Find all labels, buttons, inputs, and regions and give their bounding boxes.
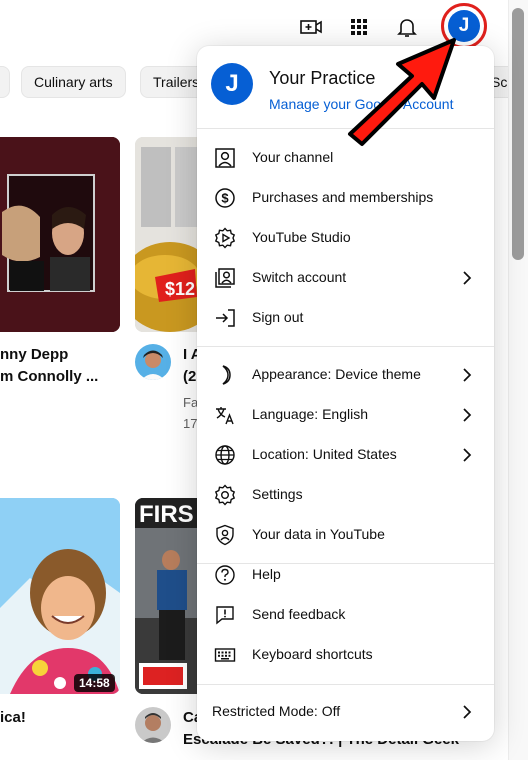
dollar-circle-icon: $ xyxy=(213,186,237,210)
settings-gear-icon xyxy=(213,483,237,507)
feedback-icon xyxy=(213,603,237,627)
menu-item-youtube-studio[interactable]: YouTube Studio xyxy=(197,218,494,258)
video-duration: 14:58 xyxy=(74,674,115,692)
chevron-right-icon xyxy=(457,702,477,722)
shield-person-icon xyxy=(213,523,237,547)
menu-item-label: Appearance: Device theme xyxy=(252,366,421,382)
chevron-right-icon xyxy=(457,365,477,385)
video-thumbnail[interactable] xyxy=(0,498,120,694)
moon-icon xyxy=(213,363,237,387)
divider xyxy=(197,346,494,347)
chip-label: Trailers xyxy=(153,74,200,90)
menu-item-switch-account[interactable]: Switch account xyxy=(197,258,494,298)
menu-item-label: Location: United States xyxy=(252,446,397,462)
chevron-right-icon xyxy=(457,445,477,465)
menu-item-label: Help xyxy=(252,566,281,582)
menu-item-language[interactable]: Language: English xyxy=(197,395,494,435)
svg-text:$12: $12 xyxy=(165,279,195,299)
channel-avatar[interactable] xyxy=(135,344,171,380)
menu-item-appearance[interactable]: Appearance: Device theme xyxy=(197,355,494,395)
video-title[interactable]: (2 xyxy=(183,366,196,388)
menu-item-label: Your channel xyxy=(252,149,334,165)
menu-item-settings[interactable]: Settings xyxy=(197,475,494,515)
globe-icon xyxy=(213,443,237,467)
menu-item-location[interactable]: Location: United States xyxy=(197,435,494,475)
menu-item-keyboard-shortcuts[interactable]: Keyboard shortcuts xyxy=(197,635,494,675)
sign-out-icon xyxy=(213,306,237,330)
scrollbar-thumb[interactable] xyxy=(512,8,524,260)
video-thumbnail[interactable]: $12 xyxy=(135,137,205,332)
menu-item-label: Settings xyxy=(252,486,303,502)
avatar-letter: J xyxy=(225,70,239,97)
keyboard-icon xyxy=(213,643,237,667)
chip-label: Culinary arts xyxy=(34,74,113,90)
menu-item-restricted-mode[interactable]: Restricted Mode: Off xyxy=(197,692,494,732)
video-title[interactable]: ica! xyxy=(0,707,26,729)
channel-name[interactable]: Fa xyxy=(183,395,198,410)
chip-partial[interactable] xyxy=(0,66,10,98)
chevron-right-icon xyxy=(457,405,477,425)
menu-item-label: Send feedback xyxy=(252,606,346,622)
menu-item-label: YouTube Studio xyxy=(252,229,351,245)
video-title[interactable]: m Connolly ... xyxy=(0,366,98,388)
menu-item-label: Purchases and memberships xyxy=(252,189,434,205)
menu-item-label: Your data in YouTube xyxy=(252,526,385,542)
studio-gear-icon xyxy=(213,226,237,250)
menu-item-label: Restricted Mode: Off xyxy=(212,703,341,719)
video-title[interactable]: nny Depp xyxy=(0,344,68,366)
account-box-icon xyxy=(213,146,237,170)
video-thumbnail[interactable] xyxy=(0,137,120,332)
switch-account-icon xyxy=(213,266,237,290)
menu-item-purchases[interactable]: $ Purchases and memberships xyxy=(197,178,494,218)
create-video-icon[interactable] xyxy=(298,14,324,40)
chip-culinary-arts[interactable]: Culinary arts xyxy=(21,66,126,98)
video-thumbnail[interactable]: FIRS xyxy=(135,498,205,694)
channel-avatar[interactable] xyxy=(135,707,171,743)
menu-item-send-feedback[interactable]: Send feedback xyxy=(197,595,494,635)
menu-item-label: Keyboard shortcuts xyxy=(252,646,373,662)
chevron-right-icon xyxy=(457,268,477,288)
svg-text:$: $ xyxy=(221,191,229,206)
thumbnail-text: FIRS xyxy=(139,501,194,528)
menu-item-your-data[interactable]: Your data in YouTube xyxy=(197,515,494,555)
menu-item-help[interactable]: Help xyxy=(197,555,494,595)
menu-item-label: Switch account xyxy=(252,269,347,285)
menu-item-label: Sign out xyxy=(252,309,304,325)
annotation-arrow-icon xyxy=(348,38,456,146)
translate-icon xyxy=(213,403,237,427)
help-icon xyxy=(213,563,237,587)
divider xyxy=(197,684,494,685)
menu-item-label: Language: English xyxy=(252,406,368,422)
menu-item-sign-out[interactable]: Sign out xyxy=(197,298,494,338)
video-views: 17 xyxy=(183,416,198,431)
menu-avatar: J xyxy=(211,63,253,105)
